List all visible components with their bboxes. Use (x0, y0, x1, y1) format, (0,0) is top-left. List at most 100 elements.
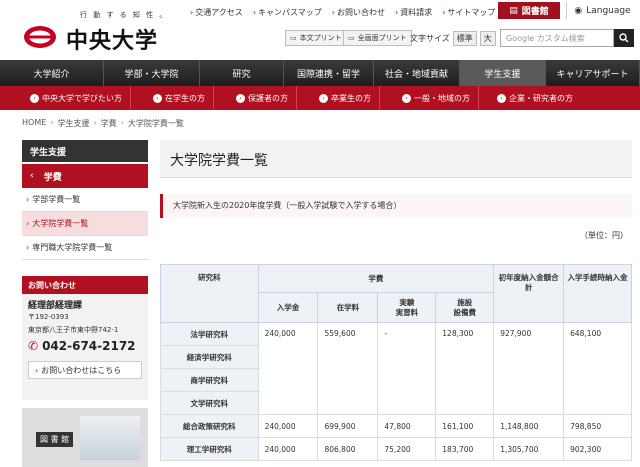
sidebar-item-grad-fees[interactable]: › 大学院学費一覧 (22, 212, 148, 236)
cell-facility: 183,700 (435, 437, 495, 461)
link-access[interactable]: › 交通アクセス (190, 7, 243, 18)
cell-entrance: 240,000 (257, 322, 319, 415)
breadcrumb-current: 大学院学費一覧 (127, 119, 184, 128)
table-row: 総合政策研究科 240,000 699,900 47,800 161,100 1… (160, 414, 632, 438)
cell-dept: 経済学研究科 (160, 345, 259, 369)
language-button[interactable]: ◉ Language (566, 2, 638, 19)
audience-companies[interactable]: › 企業・研究者の方 (479, 86, 581, 110)
tagline: 行 動 す る 知 性 。 (80, 11, 169, 19)
search-button[interactable] (614, 29, 634, 47)
cell-lab: - (377, 322, 437, 415)
header-entrance: 入学金 (257, 292, 319, 323)
font-size-standard-button[interactable]: 標準 (452, 31, 477, 46)
cell-tuition: 806,800 (317, 437, 379, 461)
section-title: 大学院新入生の2020年度学費（一般入学試験で入学する場合） (160, 194, 632, 218)
sidebar: 学生支援 ‹ 学費 › 学部学費一覧 › 大学院学費一覧 › 専門職大学院学費一覧 (22, 140, 148, 260)
audience-alumni[interactable]: › 卒業生の方 (297, 86, 380, 110)
library-icon: ▤ (509, 5, 518, 16)
library-photo (80, 416, 140, 460)
cell-total: 1,148,800 (493, 414, 565, 438)
table-row: 法学研究科 240,000 559,600 - 128,300 927,900 … (160, 322, 632, 415)
cell-entrance: 240,000 (257, 437, 319, 461)
cell-dept: 文学研究科 (160, 391, 259, 415)
breadcrumb-student-support[interactable]: 学生支援 (57, 118, 89, 129)
nav-faculties[interactable]: 学部・大学院 (104, 60, 200, 86)
header-dept: 研究科 (160, 264, 259, 323)
site-header: 行 動 す る 知 性 。 中央大学 › 交通アクセス › キャンパスマップ › お問… (0, 0, 640, 60)
library-button[interactable]: ▤ 図書館 (498, 2, 560, 19)
link-request-materials[interactable]: › 資料請求 (395, 7, 432, 18)
print-all-button[interactable]: ▭ 全画面プリント (343, 30, 412, 46)
breadcrumb-home[interactable]: HOME (22, 118, 46, 129)
arrow-circle-icon: › (153, 93, 162, 103)
cell-total: 1,305,700 (493, 437, 565, 461)
cell-lab: 75,200 (377, 437, 437, 461)
search-icon (619, 33, 629, 43)
audience-prospective[interactable]: › 中央大学で学びたい方 (0, 86, 131, 110)
cell-admission: 798,850 (563, 414, 632, 438)
font-size-large-button[interactable]: 大 (479, 31, 496, 46)
chevron-right-icon: › (93, 118, 97, 127)
library-banner[interactable]: 図 書 館 (22, 408, 148, 467)
arrow-icon: › (35, 365, 39, 375)
audience-students[interactable]: › 在学生の方 (131, 86, 214, 110)
breadcrumb-fees[interactable]: 学費 (101, 118, 117, 129)
page-title: 大学院学費一覧 (160, 140, 632, 178)
sidebar-section-fees[interactable]: ‹ 学費 (22, 162, 148, 188)
chevron-right-icon: › (120, 118, 124, 127)
audience-parents[interactable]: › 保護者の方 (214, 86, 297, 110)
nav-community[interactable]: 社会・地域貢献 (374, 60, 460, 86)
nav-career[interactable]: キャリアサポート (546, 60, 640, 86)
sidebar-heading: 学生支援 (22, 140, 148, 162)
link-sitemap[interactable]: › サイトマップ (442, 7, 495, 18)
sidebar-item-professional-fees[interactable]: › 専門職大学院学費一覧 (22, 236, 148, 260)
breadcrumb: HOME › 学生支援 › 学費 › 大学院学費一覧 (22, 118, 184, 129)
printer-icon: ▭ (348, 34, 355, 42)
contact-postal: 〒192-0393 (28, 313, 69, 321)
chevron-left-icon: ‹ (30, 171, 34, 181)
phone-icon: ✆ (28, 339, 39, 353)
globe-icon: ◉ (574, 5, 583, 16)
header-fee: 学費 (257, 264, 495, 293)
contact-org: 経理部経理課 (28, 301, 83, 311)
logo-text: 中央大学 (66, 28, 159, 54)
printer-icon: ▭ (290, 34, 297, 42)
cell-tuition: 699,900 (317, 414, 379, 438)
link-campus-map[interactable]: › キャンパスマップ (253, 7, 322, 18)
inquiry-link[interactable]: › お問い合わせはこちら (28, 361, 142, 379)
contact-tel: ✆ 042-674-2172 (28, 339, 136, 353)
nav-research[interactable]: 研究 (200, 60, 284, 86)
cell-dept: 理工学研究科 (160, 437, 259, 461)
audience-public[interactable]: › 一般・地域の方 (380, 86, 479, 110)
nav-international[interactable]: 国際連携・留学 (284, 60, 374, 86)
arrow-circle-icon: › (402, 93, 411, 103)
university-logo[interactable]: 行 動 す る 知 性 。 中央大学 (22, 8, 182, 54)
logo-mark-icon (24, 26, 56, 48)
cell-admission: 648,100 (563, 322, 632, 415)
link-contact[interactable]: › お問い合わせ (332, 7, 385, 18)
arrow-icon: › (26, 195, 30, 204)
arrow-icon: › (190, 7, 194, 17)
chevron-right-icon: › (50, 118, 54, 127)
contact-box: お問い合わせ 経理部経理課 〒192-0393 東京都八王子市東中野742-1 … (22, 276, 148, 400)
cell-dept: 商学研究科 (160, 368, 259, 392)
header-first-total: 初年度納入金額合計 (493, 264, 565, 323)
search-input[interactable]: Google カスタム検索 (500, 29, 614, 47)
banner-label: 図 書 館 (36, 432, 74, 447)
cell-entrance: 240,000 (257, 414, 319, 438)
nav-about[interactable]: 大学紹介 (0, 60, 104, 86)
cell-facility: 161,100 (435, 414, 495, 438)
cell-facility: 128,300 (435, 322, 495, 415)
fee-table: 研究科 学費 初年度納入金額合計 入学手続時納入金 入学金 在学料 実験 実習料 … (160, 264, 632, 461)
cell-dept: 法学研究科 (160, 322, 259, 346)
arrow-icon: › (394, 7, 399, 17)
cell-admission: 902,300 (563, 437, 632, 461)
nav-student-support[interactable]: 学生支援 (460, 60, 546, 86)
print-text-button[interactable]: ▭ 本文プリント (285, 30, 347, 46)
cell-tuition: 559,600 (317, 322, 379, 415)
audience-nav: › 中央大学で学びたい方 › 在学生の方 › 保護者の方 › 卒業生の方 › 一般・地域の… (0, 86, 640, 110)
cell-dept: 総合政策研究科 (160, 414, 259, 438)
font-size-control: 文字サイズ 標準 大 (410, 31, 496, 46)
sidebar-item-undergrad-fees[interactable]: › 学部学費一覧 (22, 188, 148, 212)
table-row: 理工学研究科 240,000 806,800 75,200 183,700 1,… (160, 437, 632, 461)
